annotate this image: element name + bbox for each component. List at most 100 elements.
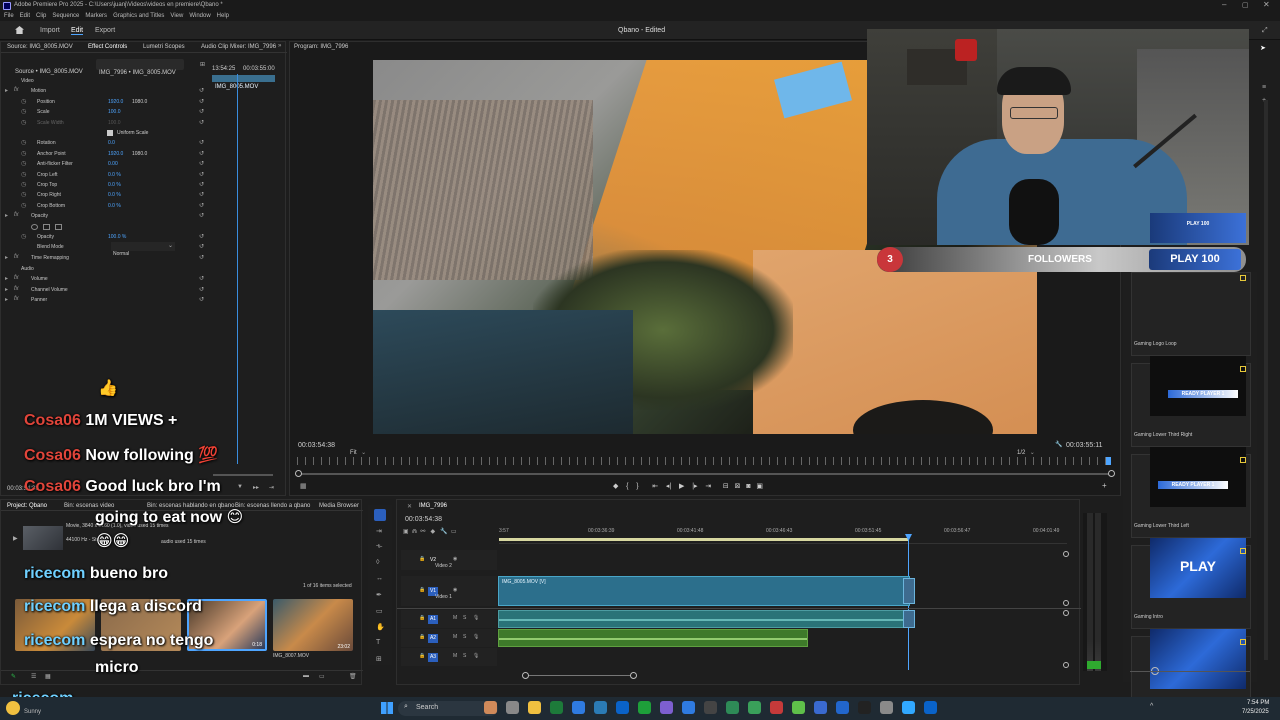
mute-button[interactable]: M [453, 615, 457, 621]
effect-row[interactable]: ◷ Opacity 100.0 % ↺ [1, 232, 211, 242]
menu-sequence[interactable]: Sequence [52, 12, 79, 21]
tab-media-browser[interactable]: Media Browser [319, 503, 359, 509]
clock-date[interactable]: 7/25/2025 [1242, 709, 1269, 715]
stopwatch-icon[interactable]: ◷ [21, 98, 26, 105]
ripple-edit-icon[interactable]: ⟛ [376, 543, 382, 551]
mic-icon[interactable]: 🎙 [473, 653, 479, 659]
stopwatch-icon[interactable]: ◷ [21, 191, 26, 198]
effect-row[interactable]: ◷ Anchor Point 1920.0 1080.0 ↺ [1, 149, 211, 159]
effect-value[interactable]: 1080.0 [132, 151, 147, 157]
track-select-icon[interactable]: ⇥ [376, 527, 382, 535]
clip-select[interactable]: IMG_7996 • IMG_8005.MOV [96, 59, 184, 76]
weather-icon[interactable] [6, 701, 20, 715]
audio-clip-a1-end[interactable] [903, 610, 915, 628]
track-header-v2[interactable]: 🔒 V2 ◉ Video 2 [401, 550, 497, 570]
fit-select[interactable]: Fit ⌄ [350, 441, 382, 456]
effect-value[interactable]: 100.0 [108, 109, 121, 115]
reset-icon[interactable]: ↺ [199, 212, 204, 219]
effect-value[interactable]: 1080.0 [132, 99, 147, 105]
caption-track-icon[interactable]: ▭ [451, 529, 457, 535]
effect-row[interactable]: ▸ fx Time Remapping ↺ [1, 253, 211, 263]
taskbar-app-icon[interactable] [704, 701, 717, 714]
close-icon[interactable]: ✕ [1263, 0, 1270, 9]
graphics-template[interactable]: READY PLAYER 1 Gaming Lower Third Right [1131, 356, 1251, 447]
stopwatch-icon[interactable]: ◷ [21, 233, 26, 240]
eye-icon[interactable]: ◉ [453, 587, 457, 593]
mark-in-icon[interactable]: { [626, 483, 628, 490]
expand-chevron-icon[interactable]: ▸ [5, 275, 8, 282]
fx-icon[interactable]: fx [14, 87, 19, 93]
play-preview-icon[interactable]: ▶ [13, 535, 18, 542]
razor-icon[interactable]: ◊ [376, 559, 379, 566]
export-frame-icon[interactable]: ⇥ [269, 484, 274, 491]
eye-icon[interactable]: ◉ [453, 556, 457, 562]
taskbar-app-icon[interactable] [814, 701, 827, 714]
effect-value[interactable]: 0.00 [108, 161, 118, 167]
mic-icon[interactable]: 🎙 [473, 634, 479, 640]
stopwatch-icon[interactable]: ◷ [21, 171, 26, 178]
effect-row[interactable]: ▸ fx Channel Volume ↺ [1, 285, 211, 295]
lock-icon[interactable]: 🔒 [419, 556, 425, 562]
mic-icon[interactable]: 🎙 [473, 615, 479, 621]
track-header-a3[interactable]: 🔒 A3 M S 🎙 [401, 648, 497, 666]
reset-icon[interactable]: ↺ [199, 286, 204, 293]
taskbar-app-icon[interactable] [770, 701, 783, 714]
track-target-label[interactable]: A1 [428, 615, 438, 624]
effect-value[interactable]: 0.0 % [108, 203, 121, 209]
tab-edit[interactable]: Edit [71, 27, 84, 35]
taskbar-app-icon[interactable] [858, 701, 871, 714]
panel-menu-icon[interactable]: ≡ [1262, 84, 1266, 91]
stopwatch-icon[interactable]: ◷ [21, 160, 26, 167]
solo-button[interactable]: S [463, 653, 466, 659]
effect-row[interactable]: Video [1, 76, 211, 86]
effect-value[interactable]: 1920.0 [108, 99, 123, 105]
fx-icon[interactable]: fx [14, 286, 19, 292]
track-header-a2[interactable]: 🔒 A2 M S 🎙 [401, 629, 497, 647]
pen-mask-icon[interactable] [55, 223, 62, 230]
playhead-marker[interactable] [1106, 457, 1111, 465]
taskbar-app-icon[interactable] [616, 701, 629, 714]
effect-value[interactable]: 1920.0 [108, 151, 123, 157]
add-marker-icon[interactable]: ◆ [613, 483, 618, 490]
step-forward-icon[interactable]: ▸▸ [253, 484, 259, 491]
reset-icon[interactable]: ↺ [199, 171, 204, 178]
go-to-in-icon[interactable]: ⇤ [652, 483, 658, 490]
scroll-handle-mid2[interactable] [1063, 610, 1069, 616]
reset-icon[interactable]: ↺ [199, 98, 204, 105]
video-clip[interactable]: IMG_8005.MOV [V] [498, 576, 910, 606]
list-view-icon[interactable]: ☰ [31, 673, 36, 680]
fx-icon[interactable]: fx [14, 275, 19, 281]
taskbar-app-icon[interactable] [550, 701, 563, 714]
new-item-icon[interactable]: ▭ [319, 673, 325, 680]
effects-scrollbar[interactable] [213, 474, 273, 476]
taskbar-app-icon[interactable] [748, 701, 761, 714]
tab-bin-llendo[interactable]: Bin: escenas llendo a qbano [235, 503, 310, 509]
menu-graphics-and-titles[interactable]: Graphics and Titles [113, 12, 164, 21]
graphics-template[interactable]: READY PLAYER 1 Gaming Lower Third Left [1131, 447, 1251, 538]
scroll-handle-top[interactable] [1063, 551, 1069, 557]
eg-zoom-bar[interactable] [1130, 671, 1250, 672]
effect-value[interactable]: 100.0 [108, 120, 121, 126]
tab-effect-controls[interactable]: Effect Controls [88, 44, 127, 50]
effect-row[interactable]: ◷ Crop Top 0.0 % ↺ [1, 180, 211, 190]
effect-value[interactable]: 100.0 % [108, 234, 126, 240]
start-icon[interactable] [381, 702, 393, 714]
effect-row[interactable] [1, 222, 211, 232]
project-thumbnail[interactable]: 23:02 [273, 599, 353, 651]
program-zoom-bar[interactable] [297, 473, 1113, 475]
tab-import[interactable]: Import [40, 27, 60, 34]
effect-row[interactable]: ▸ fx Panner ↺ [1, 295, 211, 305]
menu-markers[interactable]: Markers [85, 12, 107, 21]
icon-view-icon[interactable]: ▦ [45, 673, 51, 680]
effect-row[interactable]: Blend Mode Normal ⌄ ↺ [1, 242, 211, 257]
timeline-ruler[interactable]: 3:57 00:03:36:39 00:03:41:48 00:03:46:43 00:… [499, 528, 1067, 544]
taskbar-app-icon[interactable] [638, 701, 651, 714]
reset-icon[interactable]: ↺ [199, 119, 204, 126]
effect-row[interactable]: ◷ Scale 100.0 ↺ [1, 107, 211, 117]
reset-icon[interactable]: ↺ [199, 296, 204, 303]
graphics-template[interactable]: PLAY Gaming Intro [1131, 538, 1251, 629]
effect-row[interactable]: ▸ fx Opacity ↺ [1, 211, 211, 221]
stopwatch-icon[interactable]: ◷ [21, 202, 26, 209]
effect-value[interactable]: 0.0 % [108, 172, 121, 178]
tab-source[interactable]: Source: IMG_8005.MOV [7, 44, 73, 50]
